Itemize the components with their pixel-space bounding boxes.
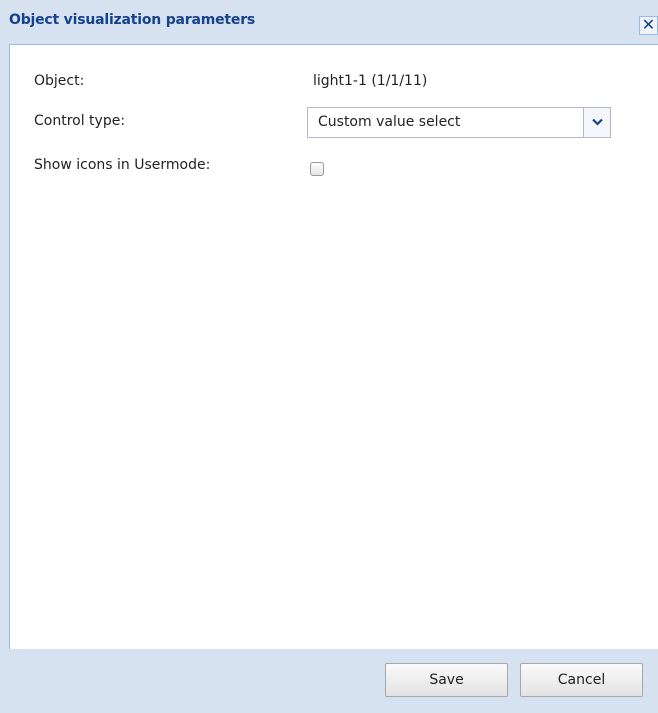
object-value: light1-1 (1/1/11): [313, 73, 428, 89]
dialog-title: Object visualization parameters: [9, 12, 256, 28]
control-type-select[interactable]: Custom value select: [307, 107, 611, 138]
show-icons-label: Show icons in Usermode:: [34, 157, 211, 173]
dialog-footer: Save Cancel: [0, 649, 658, 713]
control-type-value: Custom value select: [318, 114, 461, 130]
close-button[interactable]: ✕: [639, 16, 658, 35]
show-icons-checkbox[interactable]: [310, 162, 324, 176]
control-type-label: Control type:: [34, 113, 126, 129]
visualization-parameters-dialog: Object visualization parameters ✕ Object…: [0, 0, 658, 713]
object-label: Object:: [34, 73, 85, 89]
dropdown-trigger[interactable]: [583, 108, 610, 137]
close-icon: ✕: [641, 15, 656, 34]
chevron-down-icon: [592, 118, 603, 126]
dialog-body: Object: light1-1 (1/1/11) Control type: …: [9, 44, 658, 649]
dialog-titlebar: Object visualization parameters ✕: [0, 0, 658, 44]
cancel-button[interactable]: Cancel: [520, 663, 643, 697]
save-button[interactable]: Save: [385, 663, 508, 697]
